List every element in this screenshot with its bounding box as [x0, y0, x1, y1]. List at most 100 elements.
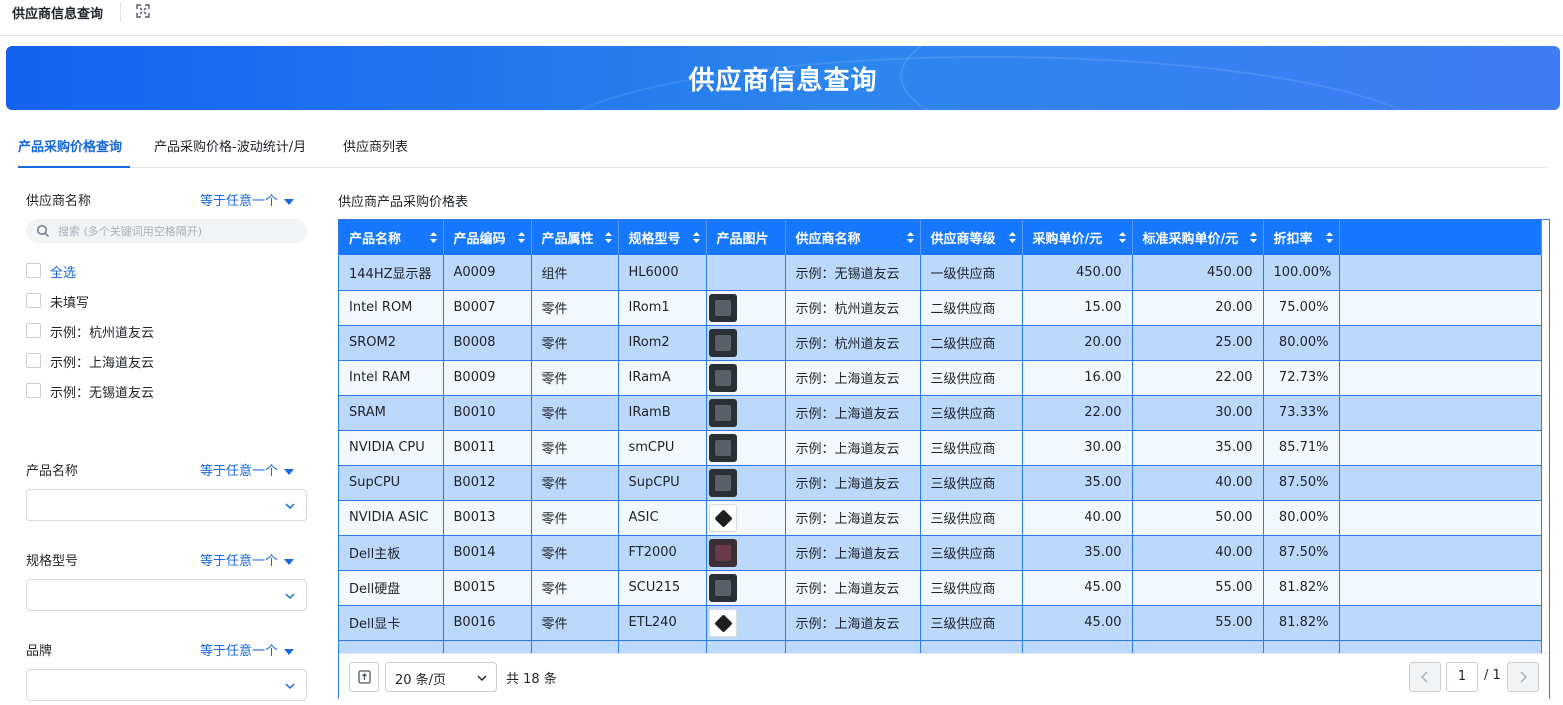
column-header-label: 供应商等级 — [930, 232, 996, 247]
table-cell: 80.00% — [1263, 325, 1340, 361]
table-row[interactable]: Intel RAM B0009 零件 IRamA 示例：上海道友云 三级供应商 16.00 2… — [339, 360, 1542, 396]
expand-icon[interactable] — [135, 3, 151, 19]
sort-icon[interactable] — [1249, 232, 1257, 243]
table-cell-filler — [1339, 605, 1542, 641]
table-cell: IRamA — [618, 360, 707, 396]
product-image[interactable] — [708, 398, 737, 427]
chevron-right-icon — [1520, 671, 1527, 683]
table-cell: 零件 — [531, 535, 619, 571]
product-image-cell — [706, 290, 786, 326]
sort-icon[interactable] — [1118, 232, 1126, 243]
table-row[interactable]: Dell主板 B0014 零件 FT2000 示例：上海道友云 三级供应商 35.00 40.… — [339, 535, 1542, 571]
product-image[interactable] — [708, 328, 737, 357]
table-row[interactable]: SRAM B0010 零件 IRamB 示例：上海道友云 三级供应商 22.00 30.00 7… — [339, 395, 1542, 431]
table-cell: FT2000 — [618, 535, 707, 571]
table-cell: NVIDIA ASIC — [339, 500, 444, 536]
table-cell: NVIDIA CPU — [339, 430, 444, 466]
checkbox[interactable] — [26, 353, 41, 368]
table-row[interactable]: Dell显卡 B0016 零件 ETL240 示例：上海道友云 三级供应商 45.00 55.… — [339, 605, 1542, 641]
tab-supplier-list[interactable]: 供应商列表 — [343, 136, 408, 155]
export-button[interactable] — [349, 662, 379, 692]
filter-product-mode[interactable]: 等于任意一个 — [200, 460, 295, 479]
page-size-select[interactable]: 20 条/页 — [385, 662, 497, 692]
table-cell: B0014 — [443, 535, 532, 571]
table-row[interactable]: SROM2 B0008 零件 IRom2 示例：杭州道友云 二级供应商 20.00 25.00… — [339, 325, 1542, 361]
column-header[interactable]: 规格型号 — [618, 220, 707, 255]
product-image[interactable] — [708, 503, 737, 532]
option-label: 示例：无锡道友云 — [50, 386, 155, 401]
product-image[interactable] — [708, 468, 737, 497]
product-image[interactable] — [708, 363, 737, 392]
prev-page-button[interactable] — [1409, 662, 1441, 692]
product-image-cell — [706, 535, 786, 571]
filter-supplier-mode[interactable]: 等于任意一个 — [200, 190, 295, 209]
table-row[interactable]: 144HZ显示器 A0009 组件 HL6000 示例：无锡道友云 一级供应商 450.00… — [339, 255, 1542, 291]
table-cell: 示例：上海道友云 — [785, 500, 921, 536]
brand-select[interactable] — [26, 669, 307, 701]
column-header[interactable]: 采购单价/元 — [1022, 220, 1133, 255]
table-cell: 55.00 — [1132, 570, 1264, 606]
table-cell: 15.00 — [1022, 290, 1133, 326]
column-header[interactable]: 折扣率 — [1263, 220, 1340, 255]
product-image[interactable] — [708, 433, 737, 462]
supplier-search-input[interactable]: 搜索 (多个关键词用空格隔开) — [26, 219, 307, 243]
sort-icon[interactable] — [1008, 232, 1016, 243]
page-number-input[interactable]: 1 — [1446, 662, 1478, 692]
table-cell: 85.71% — [1263, 430, 1340, 466]
sort-icon[interactable] — [604, 232, 612, 243]
table-row[interactable]: NVIDIA CPU B0011 零件 smCPU 示例：上海道友云 三级供应商 30.00… — [339, 430, 1542, 466]
sort-icon[interactable] — [429, 232, 437, 243]
product-image-cell — [706, 430, 786, 466]
checkbox[interactable] — [26, 323, 41, 338]
column-header[interactable]: 产品属性 — [531, 220, 619, 255]
table-row[interactable]: NVIDIA ASIC B0013 零件 ASIC 示例：上海道友云 三级供应商 40.00… — [339, 500, 1542, 536]
table-cell: Intel ROM — [339, 290, 444, 326]
caret-down-icon — [284, 648, 295, 655]
column-header[interactable]: 供应商等级 — [920, 220, 1023, 255]
table-cell: 30.00 — [1132, 395, 1264, 431]
column-header[interactable]: 供应商名称 — [785, 220, 921, 255]
sort-icon[interactable] — [692, 232, 700, 243]
table-row[interactable]: Intel ROM B0007 零件 IRom1 示例：杭州道友云 二级供应商 15.00 2… — [339, 290, 1542, 326]
tab-price-query[interactable]: 产品采购价格查询 — [18, 136, 122, 155]
product-image[interactable] — [708, 538, 737, 567]
table-cell: 示例：上海道友云 — [785, 535, 921, 571]
column-header-label: 产品编码 — [453, 232, 506, 247]
filter-brand-mode[interactable]: 等于任意一个 — [200, 640, 295, 659]
sort-icon[interactable] — [906, 232, 914, 243]
product-image[interactable] — [708, 608, 737, 637]
column-header[interactable]: 标准采购单价/元 — [1132, 220, 1264, 255]
table-cell: 三级供应商 — [920, 605, 1023, 641]
table-cell: 零件 — [531, 465, 619, 501]
column-header[interactable]: 产品图片 — [706, 220, 786, 255]
sort-icon[interactable] — [1325, 232, 1333, 243]
spec-select[interactable] — [26, 579, 307, 611]
table-cell: 20.00 — [1132, 290, 1264, 326]
page-size-value: 20 条/页 — [395, 673, 447, 688]
checkbox[interactable] — [26, 293, 41, 308]
filter-spec-mode[interactable]: 等于任意一个 — [200, 550, 295, 569]
table-cell: 三级供应商 — [920, 465, 1023, 501]
table-cell-filler — [1339, 290, 1542, 326]
product-image[interactable] — [708, 293, 737, 322]
checkbox[interactable] — [26, 383, 41, 398]
checkbox[interactable] — [26, 263, 41, 278]
table-cell: 示例：上海道友云 — [785, 430, 921, 466]
table-row[interactable]: Dell硬盘 B0015 零件 SCU215 示例：上海道友云 三级供应商 45.00 55.… — [339, 570, 1542, 606]
table-cell: 22.00 — [1132, 360, 1264, 396]
price-table: 产品名称 产品编码 产品属性 规格型号 产品图片 供应商名称 供应商等级 采购单价/元 标准采购… — [338, 219, 1550, 699]
sort-icon[interactable] — [517, 232, 525, 243]
product-image-cell — [706, 395, 786, 431]
table-cell: 35.00 — [1132, 430, 1264, 466]
product-select[interactable] — [26, 489, 307, 521]
caret-down-icon — [284, 468, 295, 475]
search-icon — [36, 224, 49, 237]
column-header[interactable]: 产品名称 — [339, 220, 444, 255]
tab-price-fluctuation[interactable]: 产品采购价格-波动统计/月 — [154, 136, 306, 155]
table-row[interactable]: SupCPU B0012 零件 SupCPU 示例：上海道友云 三级供应商 35.00 40.… — [339, 465, 1542, 501]
option-label: 示例：上海道友云 — [50, 356, 155, 371]
column-header[interactable]: 产品编码 — [443, 220, 532, 255]
table-cell: ASIC — [618, 500, 707, 536]
next-page-button[interactable] — [1507, 662, 1539, 692]
product-image[interactable] — [708, 573, 737, 602]
